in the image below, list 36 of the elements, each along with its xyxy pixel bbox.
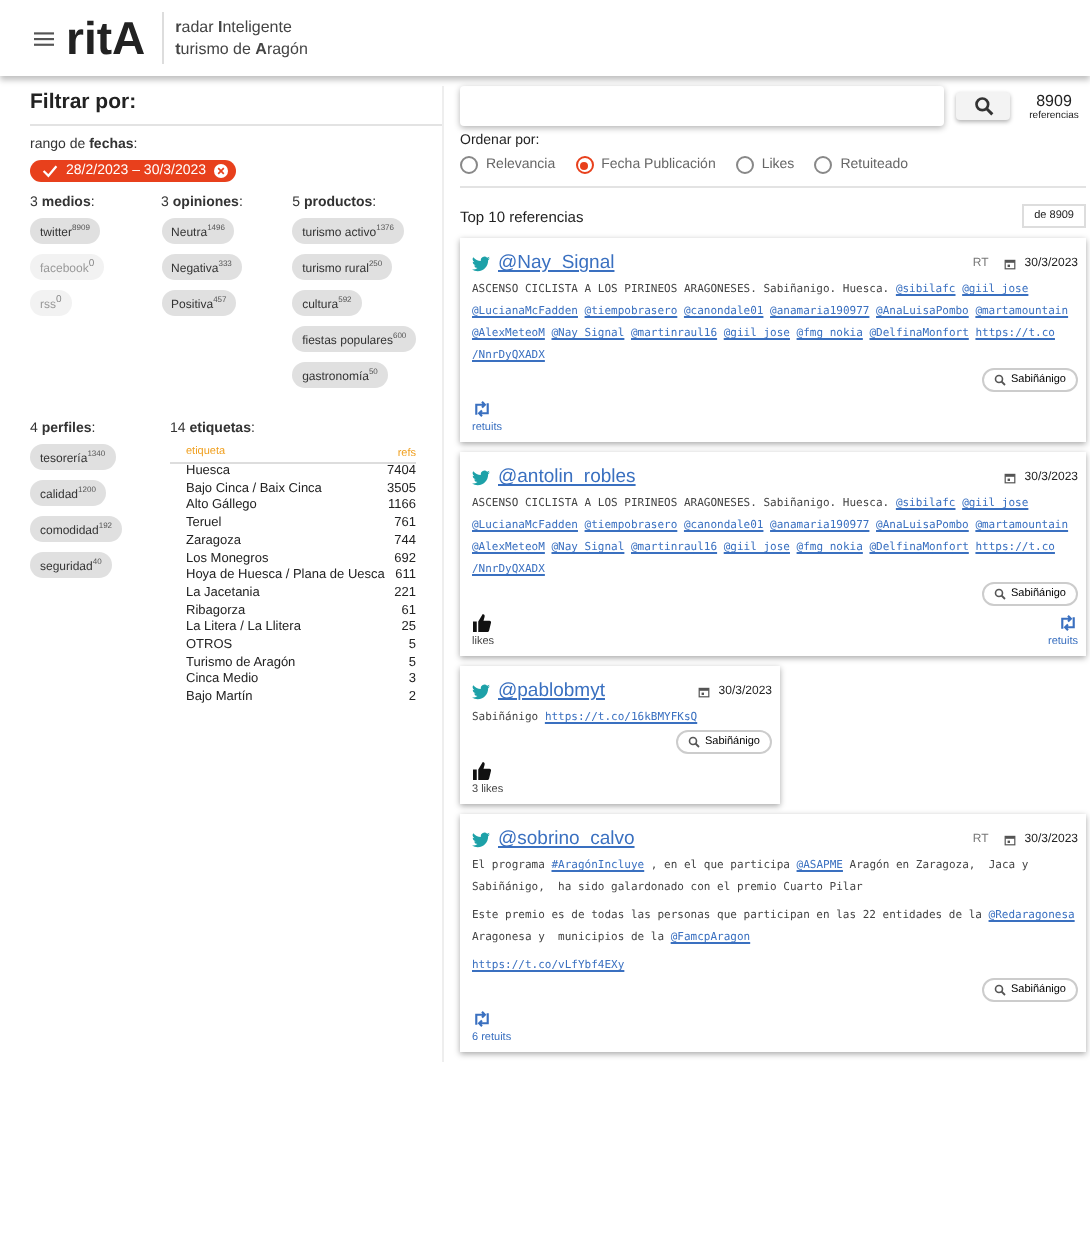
search-icon xyxy=(688,736,701,748)
retweet-icon[interactable] xyxy=(472,1010,492,1028)
bird-icon xyxy=(472,255,490,271)
thumbs-up-icon[interactable] xyxy=(472,614,492,632)
retweet-icon[interactable] xyxy=(472,400,492,418)
search-field[interactable] xyxy=(460,86,944,126)
calendar-icon xyxy=(1004,833,1017,845)
radio-circle[interactable] xyxy=(735,156,754,174)
thumbs-up-icon[interactable] xyxy=(472,762,492,780)
bird-icon xyxy=(472,683,490,699)
search-icon xyxy=(973,96,993,116)
tagline: turismo de Aragón xyxy=(175,38,308,60)
logo: ritA xyxy=(66,12,164,64)
menu-icon[interactable] xyxy=(34,29,54,47)
bird-icon xyxy=(472,469,490,485)
calendar-icon xyxy=(1004,471,1017,483)
bird-icon xyxy=(472,831,490,847)
calendar-icon xyxy=(698,685,711,697)
filter-title: Filtrar por: xyxy=(30,86,442,126)
user-handle-link[interactable]: @antolin_robles xyxy=(498,466,636,488)
radio-circle[interactable] xyxy=(814,156,833,174)
user-handle-link[interactable]: @pablobmyt xyxy=(498,680,605,702)
user-handle-link[interactable]: @sobrino_calvo xyxy=(498,828,635,850)
retweet-icon[interactable] xyxy=(1058,614,1078,632)
search-icon xyxy=(994,374,1007,386)
user-handle-link[interactable]: @Nay_Signal xyxy=(498,252,615,274)
radio-circle[interactable] xyxy=(460,156,478,174)
search-icon xyxy=(994,588,1007,600)
check-icon xyxy=(42,164,58,178)
tagline: radar Inteligente xyxy=(175,16,294,38)
search-button[interactable] xyxy=(956,92,1010,120)
search-icon xyxy=(994,984,1007,996)
result-count: 8909 xyxy=(1036,91,1072,109)
calendar-icon xyxy=(1004,257,1017,269)
close-icon[interactable] xyxy=(214,164,229,178)
radio-circle[interactable] xyxy=(575,156,594,174)
